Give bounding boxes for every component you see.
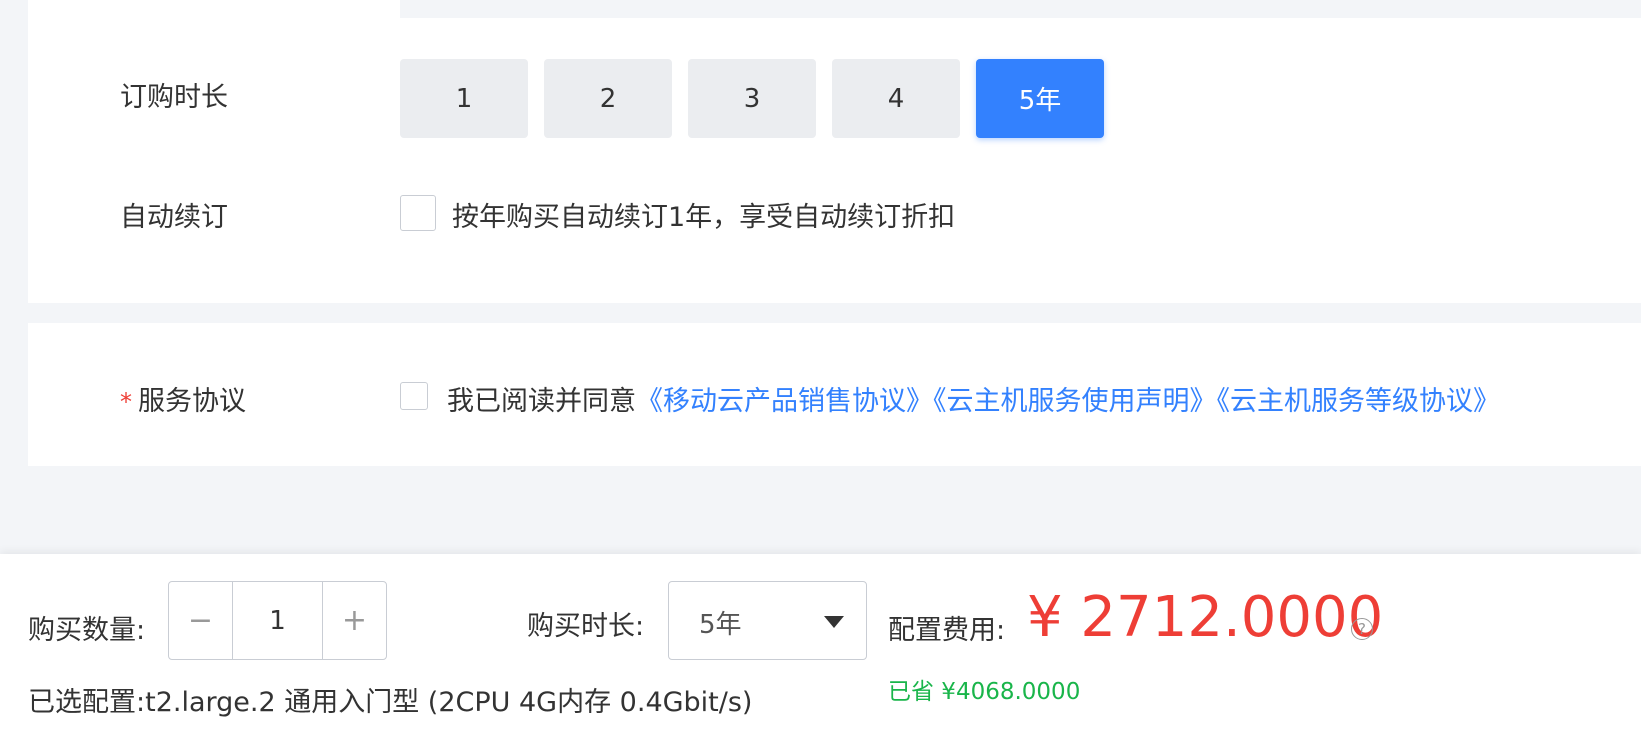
sales-agreement-link[interactable]: 《移动云产品销售协议》 (636, 386, 933, 417)
duration-option-2[interactable]: 2 (544, 59, 672, 138)
duration-label: 订购时长 (120, 82, 228, 113)
required-mark: * (120, 388, 132, 416)
agreement-text: 我已阅读并同意《移动云产品销售协议》《云主机服务使用声明》《云主机服务等级协议》 (447, 379, 1500, 418)
agreement-checkbox[interactable] (400, 382, 428, 410)
purchase-duration-label: 购买时长: (527, 611, 645, 642)
chevron-down-icon (824, 616, 844, 628)
purchase-duration-value: 5年 (699, 610, 742, 640)
auto-renew-label: 自动续订 (120, 202, 228, 233)
saved-amount: 已省 ¥4068.0000 (888, 679, 1081, 705)
duration-option-5-years[interactable]: 5年 (976, 59, 1104, 138)
section-divider-strip (400, 0, 1641, 18)
question-circle-icon[interactable]: ? (1351, 618, 1373, 640)
auto-renew-checkbox[interactable] (400, 195, 436, 231)
decrement-button[interactable]: − (169, 582, 232, 659)
purchase-duration-select[interactable]: 5年 (668, 581, 867, 660)
selected-config-label: 已选配置: (28, 687, 146, 718)
service-statement-link[interactable]: 《云主机服务使用声明》 (933, 386, 1217, 417)
subscription-card (28, 0, 1641, 303)
agreement-prefix: 我已阅读并同意 (447, 386, 636, 417)
selected-config: 已选配置:t2.large.2 通用入门型 (2CPU 4G内存 0.4Gbit… (28, 680, 752, 719)
increment-button[interactable]: + (323, 582, 386, 659)
quantity-value[interactable]: 1 (232, 582, 323, 659)
quantity-stepper: − 1 + (168, 581, 387, 660)
auto-renew-text: 按年购买自动续订1年，享受自动续订折扣 (452, 202, 956, 233)
price-value: ¥ 2712.0000 (1027, 585, 1384, 650)
sla-agreement-link[interactable]: 《云主机服务等级协议》 (1217, 386, 1501, 417)
quantity-label: 购买数量: (28, 615, 146, 646)
duration-option-1[interactable]: 1 (400, 59, 528, 138)
agreement-label: 服务协议 (138, 386, 246, 417)
duration-option-4[interactable]: 4 (832, 59, 960, 138)
agreement-label-row: * 服务协议 (120, 379, 246, 418)
selected-config-value: t2.large.2 通用入门型 (2CPU 4G内存 0.4Gbit/s) (145, 687, 753, 718)
duration-option-3[interactable]: 3 (688, 59, 816, 138)
cost-label: 配置费用: (888, 615, 1006, 646)
